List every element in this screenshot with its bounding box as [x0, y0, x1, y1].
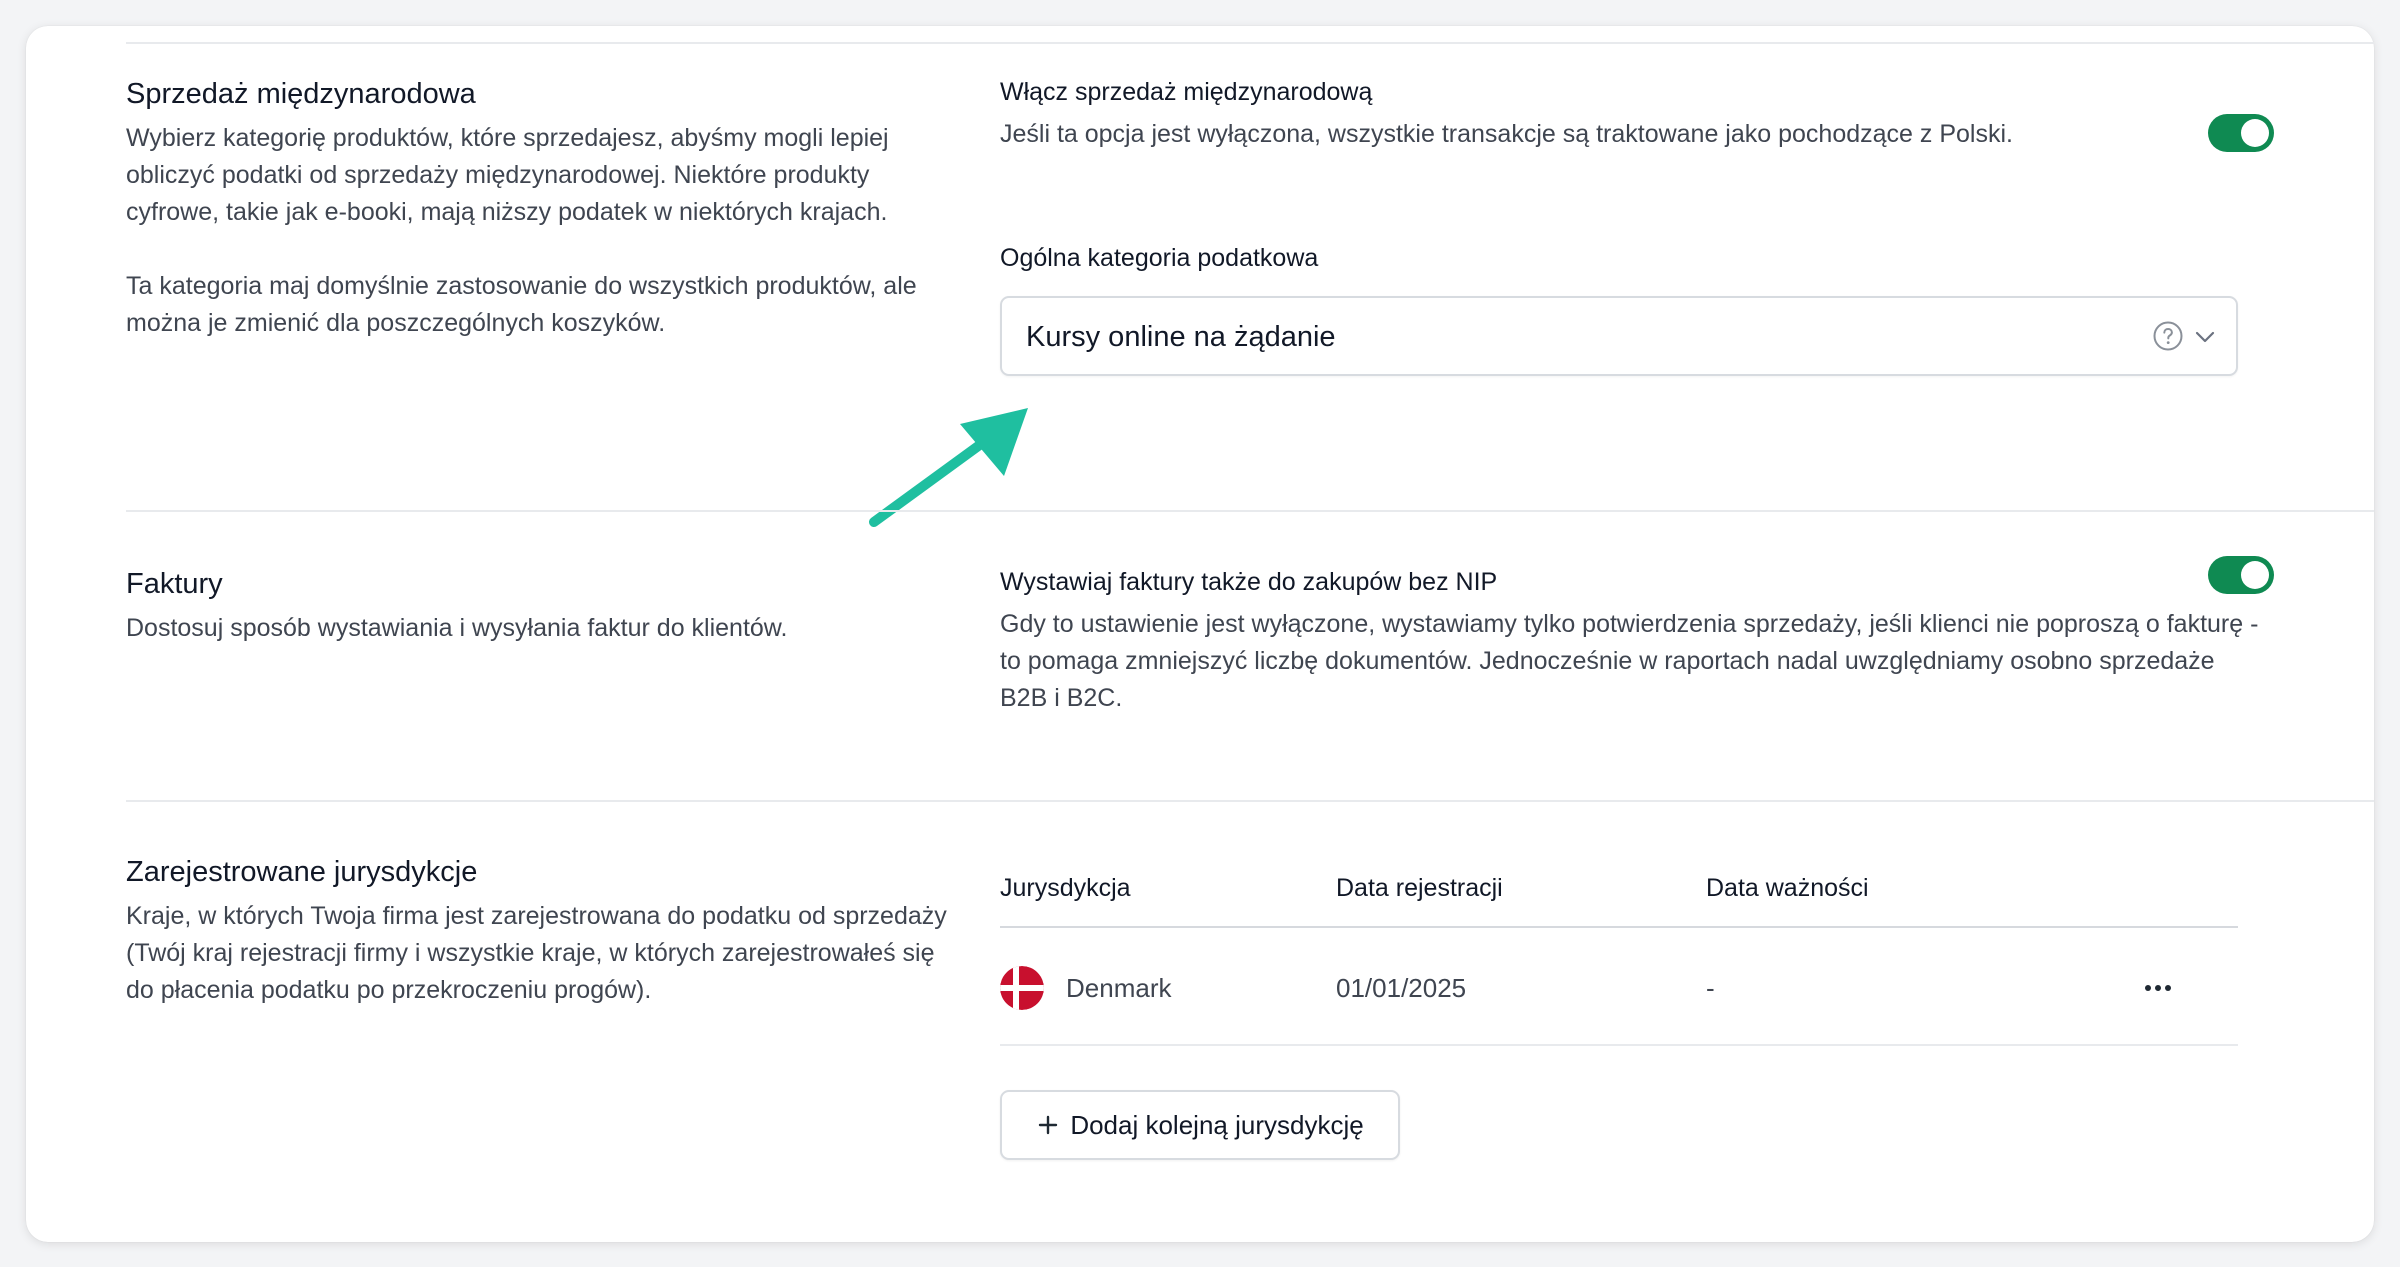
- jurisdiction-expiry-date: -: [1706, 973, 1715, 1003]
- international-toggle-description: Jeśli ta opcja jest wyłączona, wszystkie…: [1000, 120, 2013, 148]
- column-header-expiry-date: Data ważności: [1706, 874, 1869, 902]
- invoices-section-info: Faktury Dostosuj sposób wystawiania i wy…: [126, 564, 956, 647]
- invoices-toggle-label: Wystawiaj faktury także do zakupów bez N…: [1000, 568, 1498, 596]
- tax-category-label: Ogólna kategoria podatkowa: [1000, 244, 1319, 272]
- plus-icon: [1039, 1115, 1058, 1135]
- toggle-knob: [2241, 561, 2269, 589]
- international-toggle-label: Włącz sprzedaż międzynarodową: [1000, 78, 1373, 106]
- international-toggle-row: Włącz sprzedaż międzynarodową Jeśli ta o…: [1000, 74, 2262, 153]
- international-section-info: Sprzedaż międzynarodowa Wybierz kategori…: [126, 74, 956, 342]
- more-horizontal-icon[interactable]: [2136, 970, 2180, 1006]
- column-header-registration-date: Data rejestracji: [1336, 874, 1503, 902]
- section-divider-2: [126, 800, 2374, 802]
- add-jurisdiction-label: Dodaj kolejną jurysdykcję: [1070, 1109, 1364, 1140]
- international-sales-toggle[interactable]: [2208, 114, 2274, 152]
- international-section-title: Sprzedaż międzynarodowa: [126, 78, 476, 110]
- invoices-section-title: Faktury: [126, 568, 223, 600]
- section-divider-1: [126, 510, 2374, 512]
- question-circle-icon[interactable]: [2152, 320, 2184, 352]
- jurisdiction-registration-date: 01/01/2025: [1336, 973, 1467, 1003]
- tax-category-value: Kursy online na żądanie: [1026, 321, 1336, 353]
- international-section-note: Ta kategoria maj domyślnie zastosowanie …: [126, 272, 917, 337]
- toggle-knob: [2241, 119, 2269, 147]
- jurisdiction-country: Denmark: [1066, 973, 1172, 1003]
- denmark-flag-icon: [1000, 966, 1044, 1010]
- international-section-description: Wybierz kategorię produktów, które sprze…: [126, 124, 889, 226]
- chevron-down-icon: [2195, 331, 2215, 343]
- table-header-border: [1000, 926, 2238, 928]
- add-jurisdiction-button[interactable]: Dodaj kolejną jurysdykcję: [1000, 1090, 1400, 1160]
- invoices-without-nip-toggle[interactable]: [2208, 556, 2274, 594]
- jurisdictions-section-description: Kraje, w których Twoja firma jest zareje…: [126, 902, 947, 1004]
- annotation-arrow-icon: [865, 404, 1032, 531]
- column-header-jurisdiction: Jurysdykcja: [1000, 874, 1131, 902]
- top-divider: [126, 42, 2374, 44]
- invoices-toggle-row: Wystawiaj faktury także do zakupów bez N…: [1000, 564, 2262, 717]
- jurisdictions-section-info: Zarejestrowane jurysdykcje Kraje, w któr…: [126, 852, 956, 1009]
- settings-card: Sprzedaż międzynarodowa Wybierz kategori…: [26, 26, 2374, 1242]
- jurisdictions-section-title: Zarejestrowane jurysdykcje: [126, 856, 478, 888]
- tax-category-select[interactable]: Kursy online na żądanie: [1000, 296, 2238, 376]
- table-row-border: [1000, 1044, 2238, 1046]
- invoices-toggle-description: Gdy to ustawienie jest wyłączone, wystaw…: [1000, 610, 2259, 712]
- invoices-section-description: Dostosuj sposób wystawiania i wysyłania …: [126, 614, 788, 642]
